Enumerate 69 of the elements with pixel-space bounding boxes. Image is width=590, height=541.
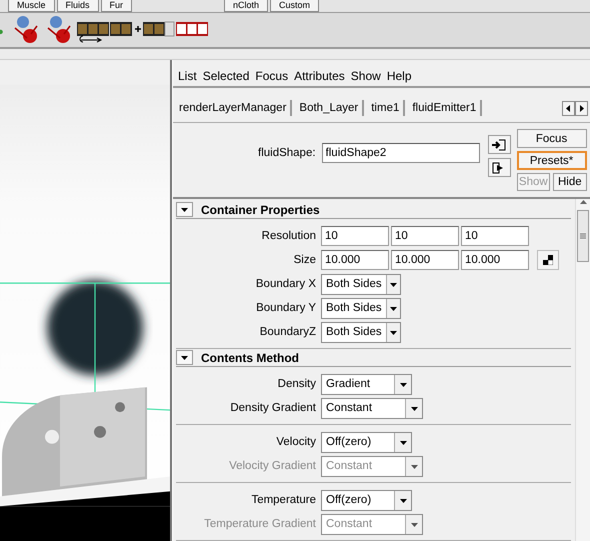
- caret-icon: [400, 380, 406, 388]
- node-name-field[interactable]: fluidShape2: [322, 143, 480, 163]
- scrollbar[interactable]: [575, 199, 590, 541]
- node-tab[interactable]: time1: [367, 100, 406, 116]
- shelf-tab[interactable]: Fluids: [56, 0, 99, 12]
- shelf-tab[interactable]: nCloth: [224, 0, 268, 12]
- caret-icon: [390, 280, 397, 288]
- caret-icon: [390, 328, 397, 336]
- number-field[interactable]: 10.000: [391, 250, 459, 270]
- dropdown[interactable]: Off(zero): [321, 432, 412, 452]
- attribute-label: Resolution: [260, 230, 317, 242]
- menu-item[interactable]: Selected: [200, 69, 252, 83]
- panel-button[interactable]: Presets*: [516, 151, 587, 170]
- caret-icon: [400, 438, 406, 446]
- menu-item[interactable]: Attributes: [291, 69, 348, 83]
- attribute-label: Boundary X: [254, 278, 317, 290]
- node-label: fluidShape:: [258, 147, 316, 159]
- node-tab[interactable]: renderLayerManager: [175, 100, 292, 116]
- caret-icon: [410, 520, 418, 528]
- caret-icon: [181, 354, 188, 361]
- caret-icon: [410, 462, 418, 470]
- dropdown[interactable]: Gradient: [321, 374, 412, 394]
- menu-item[interactable]: Focus: [252, 69, 292, 83]
- toggle-button[interactable]: Hide: [553, 173, 587, 191]
- attribute-label: Boundary Y: [255, 302, 317, 314]
- shelf-tab[interactable]: Custom: [270, 0, 320, 12]
- arrow-into-box-icon: [492, 138, 506, 150]
- attribute-label: BoundaryZ: [258, 326, 317, 338]
- grip-icon: [580, 233, 586, 239]
- collapse-toggle[interactable]: [176, 202, 193, 217]
- checker-icon[interactable]: [537, 250, 559, 270]
- caret-icon: [181, 206, 188, 213]
- section-title: Contents Method: [201, 350, 299, 364]
- section-title: Container Properties: [201, 202, 320, 216]
- checker-square-icon: [543, 255, 553, 265]
- copy-tab-button[interactable]: [488, 158, 511, 177]
- shelf-tab[interactable]: Muscle: [8, 0, 55, 12]
- scroll-left-button[interactable]: [562, 100, 575, 116]
- menu-item[interactable]: Show: [348, 69, 384, 83]
- node-tab[interactable]: Both_Layer: [295, 100, 364, 116]
- caret-icon: [410, 404, 418, 412]
- attribute-label: Density Gradient: [229, 402, 317, 414]
- node-tab[interactable]: fluidEmitter1: [408, 100, 482, 116]
- number-field[interactable]: 10.000: [461, 250, 529, 270]
- number-field[interactable]: 10: [461, 226, 529, 246]
- caret-icon: [390, 304, 397, 312]
- dropdown[interactable]: Both Sides: [321, 298, 401, 318]
- panel-button[interactable]: Focus: [516, 129, 587, 148]
- dropdown[interactable]: Both Sides: [321, 322, 401, 342]
- attribute-label: Velocity: [275, 436, 317, 448]
- collapse-toggle[interactable]: [176, 350, 193, 365]
- scroll-right-button[interactable]: [575, 100, 588, 116]
- dropdown[interactable]: Off(zero): [321, 490, 412, 510]
- dropdown[interactable]: Both Sides: [321, 274, 401, 294]
- load-attributes-button[interactable]: [488, 135, 511, 154]
- attribute-label: Size: [292, 254, 317, 266]
- menu-item[interactable]: List: [175, 69, 200, 83]
- number-field[interactable]: 10: [321, 226, 389, 246]
- menu-item[interactable]: Help: [384, 69, 414, 83]
- arrow-icon: [580, 199, 586, 206]
- number-field[interactable]: 10: [391, 226, 459, 246]
- attribute-label: Temperature: [250, 494, 317, 506]
- number-field[interactable]: 10.000: [321, 250, 389, 270]
- dropdown[interactable]: Constant: [321, 398, 423, 418]
- attribute-label: Density: [276, 378, 317, 390]
- shelf-tab[interactable]: Fur: [100, 0, 132, 12]
- attribute-label: Velocity Gradient: [228, 460, 317, 472]
- attribute-label: Temperature Gradient: [203, 518, 317, 530]
- caret-icon: [400, 496, 406, 504]
